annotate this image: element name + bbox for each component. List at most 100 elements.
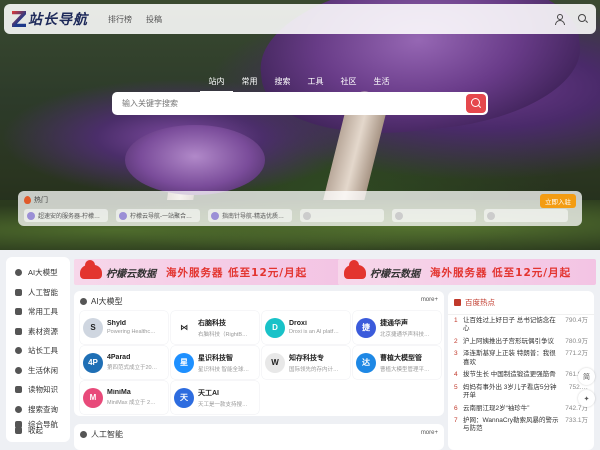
tab-life[interactable]: 生活 [365,76,398,93]
site-card[interactable]: M MiniMa MiniMax 成立于 2… [80,381,168,414]
banner-brand: 柠檬云数据 [370,268,420,280]
news-item[interactable]: 2 沪上阿姨推出子宫形玩偶引争议 780.9万 [448,336,594,348]
sidebar-item-label: 素材资源 [28,326,58,336]
news-item[interactable]: 5 妈妈有事外出 3岁儿子看店5分钟开单 752.… [448,382,594,403]
site-card[interactable]: 星星识科技智 星识科技 智能全球… [171,346,259,379]
sidebar-item-webmaster[interactable]: 站长工具 [6,341,70,361]
site-logo-icon: 星 [174,352,194,373]
site-card[interactable]: 捷捷通华声 北京捷通华声科技… [353,311,441,344]
news-item[interactable]: 6 云南丽江现2岁“袖珍牛” 742.7万 [448,403,594,415]
site-card[interactable]: D Droxi Droxi is an AI platf… [262,311,350,344]
sidebar-item-label: AI大模型 [28,268,58,278]
hot-item-label: 指南针导航-精选优质… [222,214,284,220]
top-bar: 站长导航 排行榜 投稿 [4,4,596,34]
site-logo-icon: ⋈ [174,317,194,338]
card-text: 右脑科技右脑科技（RightB… [198,318,256,338]
site-logo-icon: 捷 [356,317,376,338]
sidebar-item-assets[interactable]: 素材资源 [6,322,70,342]
card-name: MiniMa [107,389,131,396]
card-text: Shyld Powering Healthc… [107,320,165,335]
search-icon[interactable] [578,14,588,24]
card-name: 4Parad [107,354,131,361]
hot-items: 超速安的服务器-柠檬… 柠檬云导航-一站聚合… 指南针导航-精选优质… [24,209,568,222]
toolbox-icon [15,308,22,316]
news-item[interactable]: 4 拔节生长 中国制造锻造更强筋骨 761.9万 [448,369,594,381]
tab-search[interactable]: 搜索 [266,76,299,93]
site-card[interactable]: S Shyld Powering Healthc… [80,311,168,344]
hot-item[interactable]: 指南针导航-精选优质… [208,209,292,222]
card-name: 右脑科技 [198,319,226,327]
news-rank: 1 [454,317,458,324]
news-item[interactable]: 7 护网：WannaCry勒索风暴的警示与防范 733.1万 [448,415,594,436]
site-icon [395,211,403,220]
section-header: AI大模型 [80,296,123,307]
site-card[interactable]: 达曹植大模型管 曹植大模型管理平… [353,346,441,379]
news-list: 1 让百姓过上好日子 总书记惦念在心 790.4万 2 沪上阿姨推出子宫形玩偶引争议 78… [448,315,594,436]
hot-item[interactable]: 柠檬云导航-一站聚合… [116,209,200,222]
tab-site[interactable]: 站内 [200,76,233,93]
tab-community[interactable]: 社区 [332,76,365,93]
hot-bar: 热门 立即入驻 超速安的服务器-柠檬… 柠檬云导航-一站聚合… 指南针导航-精选… [18,191,582,226]
news-count: 733.1万 [565,416,588,424]
section-title: AI大模型 [91,297,123,306]
news-title: 百度热点 [465,298,495,307]
card-text: 4Parad 第四范式成立于20… [107,354,165,371]
sidebar-item-reading[interactable]: 读物知识 [6,380,70,400]
site-icon [303,211,311,220]
sidebar-item-label: 搜索查询 [28,404,58,414]
tab-tools[interactable]: 工具 [299,76,332,93]
card-desc: 右脑科技（RightB… [198,331,248,338]
join-button[interactable]: 立即入驻 [540,194,576,208]
hot-item[interactable] [392,209,476,222]
user-icon[interactable] [554,14,565,25]
hot-item[interactable]: 超速安的服务器-柠檬… [24,209,108,222]
news-item[interactable]: 1 让百姓过上好日子 总书记惦念在心 790.4万 [448,315,594,336]
site-logo-icon: S [83,317,103,338]
site-card[interactable]: ⋈ 右脑科技 右脑科技（RightB… [171,311,259,344]
sidebar-item-ai-models[interactable]: AI大模型 [6,263,70,283]
hot-item-label: 超速安的服务器-柠檬… [38,214,100,220]
search-button[interactable] [466,94,486,113]
site-card[interactable]: W 知存科技专 国际领先的存内计… [262,346,350,379]
collapse-label: 收起 [28,426,43,435]
sidebar-item-search[interactable]: 搜索查询 [6,400,70,420]
sidebar-item-label: 常用工具 [28,307,58,317]
news-title-text: 拔节生长 中国制造锻造更强筋骨 [463,371,556,379]
site-logo[interactable]: 站长导航 [12,9,88,29]
simplified-toggle-button[interactable]: 简 [578,368,595,385]
card-desc: 北京捷通华声科技… [380,331,430,338]
card-desc: 星识科技 智能全球… [198,366,250,373]
site-card[interactable]: 4P 4Parad 第四范式成立于20… [80,346,168,379]
sidebar-item-label: 生活休闲 [28,365,58,375]
news-rank: 2 [454,337,458,345]
more-link[interactable]: more+ [421,297,438,303]
theme-toggle-button[interactable]: ✦ [578,390,595,407]
section-ai-models: AI大模型 more+ S Shyld Powering Healthc… ⋈ 右脑科技… [74,291,444,416]
nav-submit[interactable]: 投稿 [146,14,162,25]
sidebar-item-tools[interactable]: 常用工具 [6,302,70,322]
tab-common[interactable]: 常用 [233,76,266,93]
card-desc: 国际领先的存内计… [289,366,339,373]
more-link[interactable]: more+ [421,430,438,436]
hot-item[interactable] [484,209,568,222]
card-name: 天工AI [198,389,219,397]
sidebar-item-ai[interactable]: 人工智能 [6,283,70,303]
news-count: 771.2万 [565,350,588,358]
news-rank: 6 [454,404,458,412]
ad-banner[interactable]: 柠檬云数据 海外服务器 低至12元/月起 [74,259,344,285]
card-grid: S Shyld Powering Healthc… ⋈ 右脑科技 右脑科技（RightB…… [80,311,441,414]
search-input[interactable] [122,99,452,108]
news-item[interactable]: 3 泽连斯基穿上正装 特朗普：我很喜欢 771.2万 [448,348,594,369]
card-text: 星识科技智 星识科技 智能全球… [198,353,256,373]
card-desc: Powering Healthc… [107,329,156,335]
sidebar-item-life[interactable]: 生活休闲 [6,361,70,381]
hot-item[interactable] [300,209,384,222]
person-icon [15,288,22,296]
site-card[interactable]: 天天工AI 天工是一款支持搜… [171,381,259,414]
nav-ranking[interactable]: 排行榜 [108,14,132,25]
collapse-button[interactable]: 收起 [15,425,43,436]
ad-banner[interactable]: 柠檬云数据 海外服务器 低至12元/月起 [338,259,596,285]
cloud-logo-icon [344,260,366,279]
site-icon [211,211,219,220]
news-rank: 3 [454,350,458,358]
